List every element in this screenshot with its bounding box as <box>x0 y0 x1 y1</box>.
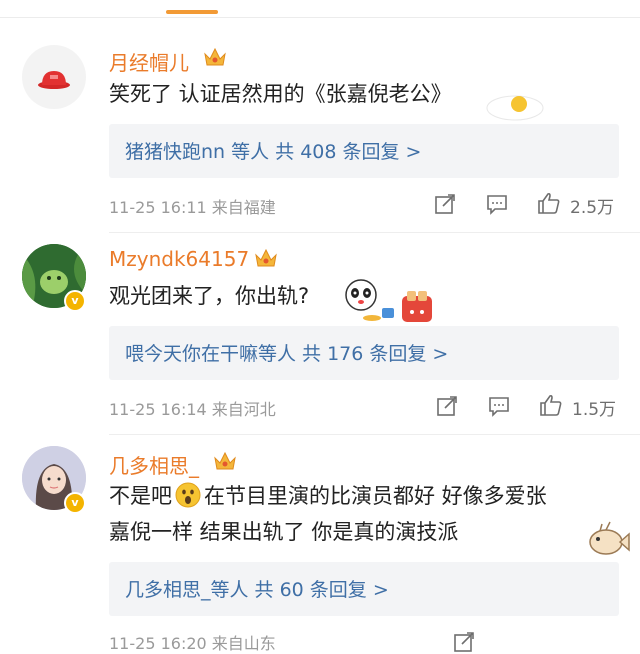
replies-link[interactable]: 喂今天你在干嘛等人 共 176 条回复 > <box>125 339 448 366</box>
comment-time: 11-25 16:14 <box>109 400 207 419</box>
crown-icon <box>204 47 226 66</box>
comment-location: 来自福建 <box>211 198 276 217</box>
comment-time: 11-25 16:11 <box>109 198 207 217</box>
username[interactable]: 几多相思_ <box>109 450 199 479</box>
comment-text-part: 在节目里演的比演员都好 好像多爱张 <box>204 484 547 508</box>
shocked-emoji-icon <box>175 482 201 508</box>
breakfast-toaster-icon <box>363 291 432 322</box>
comment-meta: 11-25 16:11 来自福建 <box>109 194 276 218</box>
replies-box[interactable]: 猪猪快跑nn 等人 共 408 条回复 > <box>109 124 619 178</box>
comment-meta: 11-25 16:14 来自河北 <box>109 396 276 420</box>
top-divider <box>0 17 640 18</box>
fish-icon <box>589 521 630 555</box>
thumbs-up-icon[interactable] <box>537 191 561 215</box>
verified-badge: v <box>64 492 86 514</box>
tab-indicator <box>166 10 218 14</box>
comment-text: 笑死了 认证居然用的《张嘉倪老公》 <box>109 82 452 106</box>
replies-link[interactable]: 几多相思_等人 共 60 条回复 > <box>125 575 389 602</box>
comment-location: 来自河北 <box>211 400 276 419</box>
fried-egg-icon <box>486 95 544 121</box>
share-icon[interactable] <box>435 394 459 418</box>
crown-icon <box>214 451 236 470</box>
share-icon[interactable] <box>452 630 476 654</box>
comment-text: 不是吧 在节目里演的比演员都好 好像多爱张 嘉倪一样 结果出轨了 你是真的演技派 <box>109 478 629 550</box>
replies-box[interactable]: 喂今天你在干嘛等人 共 176 条回复 > <box>109 326 619 380</box>
replies-link[interactable]: 猪猪快跑nn 等人 共 408 条回复 > <box>125 137 421 164</box>
avatar[interactable] <box>22 45 86 109</box>
comment-text-part: 不是吧 <box>109 484 172 508</box>
comment-icon[interactable] <box>485 192 509 216</box>
comment-divider <box>109 232 640 233</box>
share-icon[interactable] <box>433 192 457 216</box>
comment-text-part: 嘉倪一样 结果出轨了 你是真的演技派 <box>109 520 459 544</box>
like-count: 2.5万 <box>570 198 615 218</box>
crown-icon <box>255 248 277 267</box>
verified-badge: v <box>64 290 86 312</box>
comment-meta: 11-25 16:20 来自山东 <box>109 630 276 654</box>
comment-icon[interactable] <box>487 394 511 418</box>
red-hat-icon <box>38 71 70 89</box>
like-count: 1.5万 <box>572 400 617 420</box>
username[interactable]: Mzyndk64157 <box>109 247 249 271</box>
username[interactable]: 月经帽儿 <box>109 47 189 76</box>
comment-location: 来自山东 <box>211 634 276 653</box>
replies-box[interactable]: 几多相思_等人 共 60 条回复 > <box>109 562 619 616</box>
comment-time: 11-25 16:20 <box>109 634 207 653</box>
thumbs-up-icon[interactable] <box>539 393 563 417</box>
comment-divider <box>109 434 640 435</box>
